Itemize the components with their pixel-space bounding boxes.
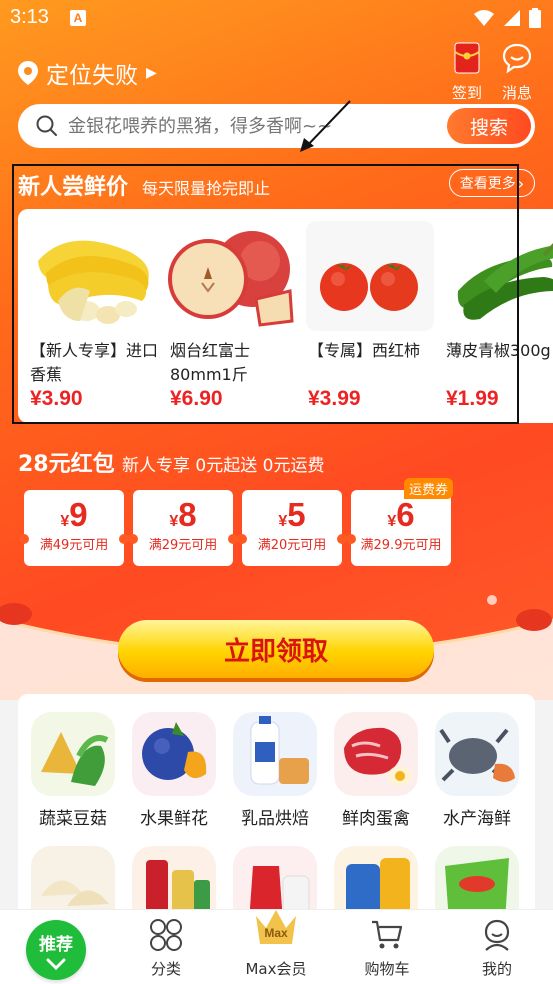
fruits-image bbox=[132, 712, 216, 796]
annotation-highlight-box bbox=[12, 164, 519, 424]
coupon-card[interactable]: ¥9 满49元可用 bbox=[19, 490, 129, 566]
tab-mine[interactable]: 我的 bbox=[447, 910, 547, 978]
category-item-dairy[interactable]: 乳品烘焙 bbox=[230, 712, 320, 829]
vegetables-image bbox=[31, 712, 115, 796]
coupon-condition: 满29元可用 bbox=[148, 538, 218, 553]
coupon-notch bbox=[346, 534, 356, 544]
coupon-notch bbox=[19, 534, 29, 544]
grid-icon bbox=[150, 919, 182, 951]
meat-image bbox=[334, 712, 418, 796]
bottom-tab-bar: 推荐 分类 Max Max会员 购物车 我的 bbox=[0, 909, 553, 984]
red-packet-subtitle: 新人专享 0元起送 0元运费 bbox=[122, 456, 325, 476]
tab-category-label: 分类 bbox=[150, 960, 181, 978]
coupon-notch bbox=[237, 534, 247, 544]
crown-icon: Max bbox=[252, 906, 300, 950]
tab-category[interactable]: 分类 bbox=[116, 910, 216, 978]
coupon-card[interactable]: ¥5 满20元可用 bbox=[237, 490, 347, 566]
coupon-amount: 6 bbox=[396, 496, 415, 533]
coupon-currency: ¥ bbox=[169, 513, 179, 530]
shipping-coupon-badge: 运费券 bbox=[403, 478, 453, 499]
coupon-currency: ¥ bbox=[278, 513, 288, 530]
coupon-amount: 8 bbox=[178, 496, 197, 533]
tab-max-label: Max会员 bbox=[245, 960, 307, 978]
category-label: 水果鲜花 bbox=[140, 809, 208, 829]
category-item-seafood[interactable]: 水产海鲜 bbox=[432, 712, 522, 829]
coupon-condition: 满20元可用 bbox=[257, 538, 327, 553]
category-grid: 蔬菜豆菇 水果鲜花 乳品烘焙 鲜肉蛋禽 水产海鲜 bbox=[18, 694, 535, 934]
category-label: 乳品烘焙 bbox=[241, 809, 309, 829]
dairy-image bbox=[233, 712, 317, 796]
coupon-condition: 满29.9元可用 bbox=[360, 538, 442, 553]
red-packet-title: 28元红包 bbox=[18, 452, 115, 477]
coupon-condition: 满49元可用 bbox=[39, 538, 109, 553]
category-item-fruits[interactable]: 水果鲜花 bbox=[129, 712, 219, 829]
category-item-meat[interactable]: 鲜肉蛋禽 bbox=[331, 712, 421, 829]
coupon-card[interactable]: 运费券 ¥6 满29.9元可用 bbox=[346, 478, 453, 566]
chevron-down-icon bbox=[46, 958, 66, 971]
category-label: 水产海鲜 bbox=[443, 809, 511, 829]
tab-mine-label: 我的 bbox=[481, 960, 512, 978]
tab-cart[interactable]: 购物车 bbox=[337, 910, 437, 978]
coupon-currency: ¥ bbox=[60, 513, 70, 530]
tab-cart-label: 购物车 bbox=[364, 960, 410, 978]
coupon-amount: 9 bbox=[69, 496, 88, 533]
tab-home[interactable]: 推荐 bbox=[26, 920, 86, 980]
coupon-currency: ¥ bbox=[387, 513, 397, 530]
user-icon bbox=[484, 919, 510, 951]
coupon-notch bbox=[128, 534, 138, 544]
category-label: 鲜肉蛋禽 bbox=[342, 809, 410, 829]
category-item-vegetables[interactable]: 蔬菜豆菇 bbox=[28, 712, 118, 829]
claim-button[interactable]: 立即领取 bbox=[118, 620, 434, 678]
coupon-amount: 5 bbox=[287, 496, 306, 533]
category-label: 蔬菜豆菇 bbox=[39, 809, 107, 829]
max-badge: Max bbox=[264, 926, 288, 940]
coupon-card[interactable]: ¥8 满29元可用 bbox=[128, 490, 238, 566]
shopping-cart-icon bbox=[372, 920, 403, 949]
seafood-image bbox=[435, 712, 519, 796]
tab-home-label: 推荐 bbox=[39, 935, 73, 955]
